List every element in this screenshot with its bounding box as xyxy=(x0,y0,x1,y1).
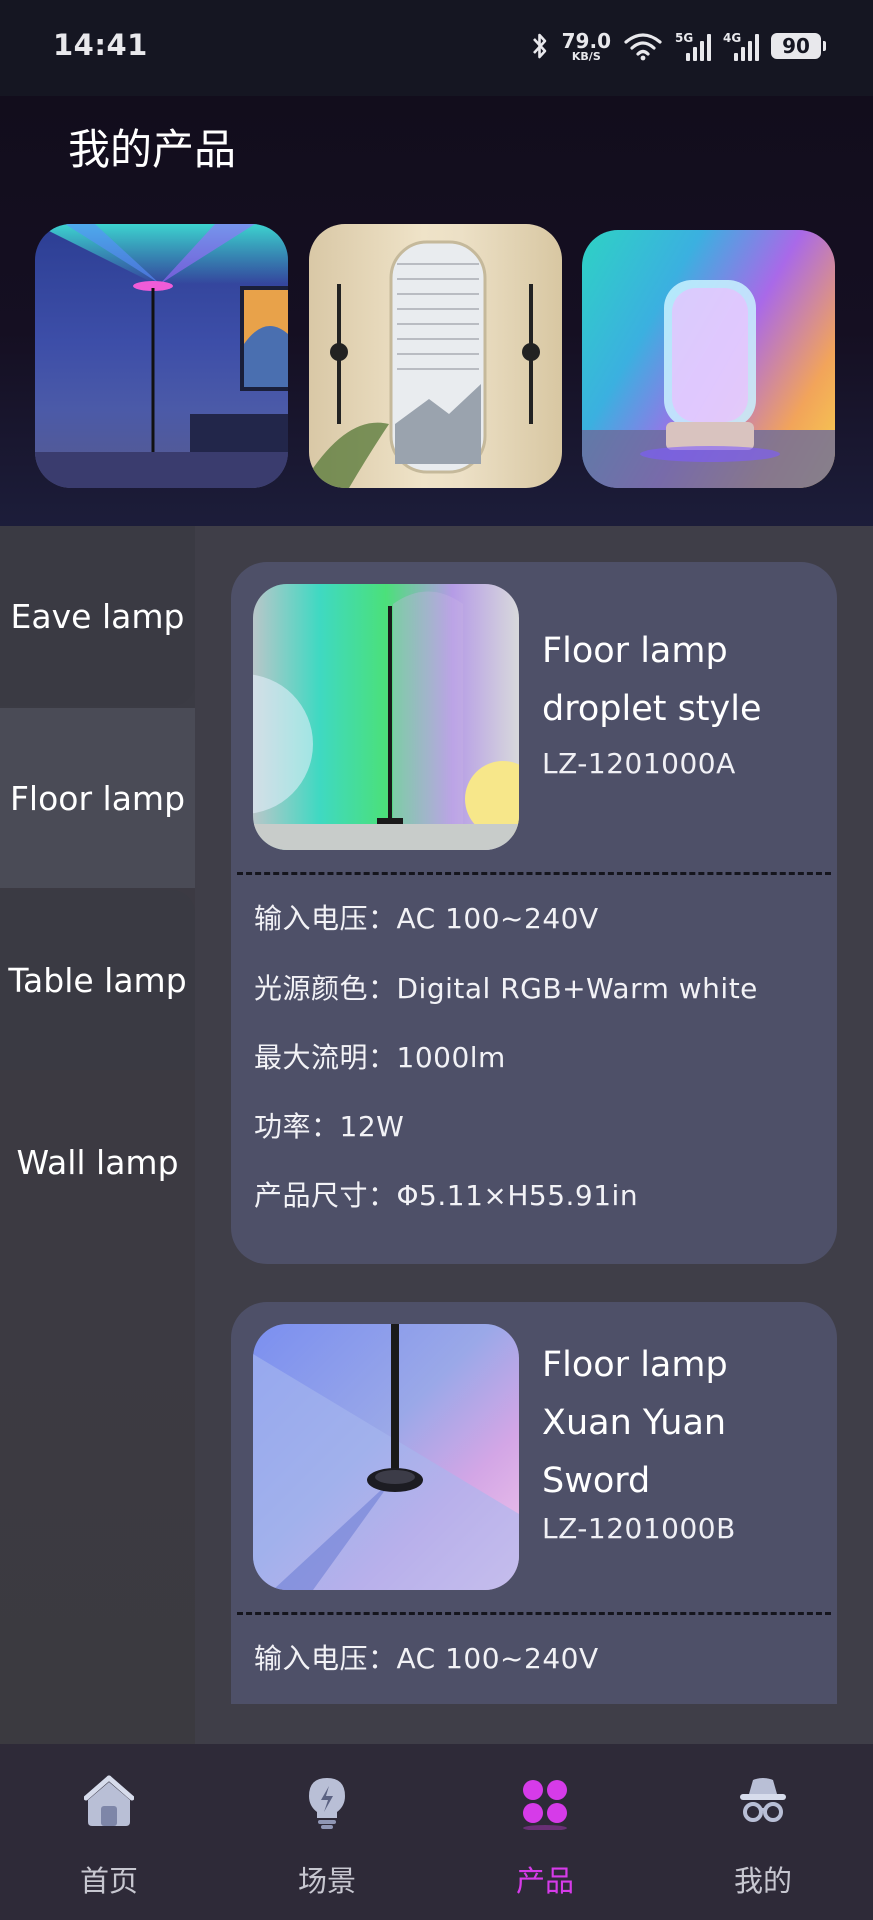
status-time: 14:41 xyxy=(53,28,148,62)
bluetooth-icon xyxy=(532,33,546,59)
product-image xyxy=(253,1324,519,1590)
profile-icon xyxy=(740,1778,786,1822)
banner-image-table-lamp[interactable] xyxy=(582,230,835,488)
product-name: Floor lamp droplet style xyxy=(542,631,762,729)
product-card[interactable]: Floor lamp Xuan Yuan Sword LZ-1201000B 输… xyxy=(231,1302,837,1704)
sidebar-item-eave-lamp[interactable]: Eave lamp xyxy=(0,526,195,706)
product-model: LZ-1201000B xyxy=(542,1512,736,1545)
nav-label: 首页 xyxy=(79,1864,138,1898)
sidebar-item-label: Eave lamp xyxy=(10,596,185,636)
nav-item-scene[interactable]: 场景 xyxy=(218,1744,436,1920)
nav-label: 场景 xyxy=(297,1864,356,1898)
signal-icon: 4G xyxy=(723,31,759,61)
nav-item-products[interactable]: 产品 xyxy=(436,1744,654,1920)
category-sidebar: Eave lamp Floor lamp Table lamp Wall lam… xyxy=(0,526,195,1744)
spec-max-lumen: 最大流明：1000lm xyxy=(254,1041,506,1074)
network-speed: 79.0 KB/S xyxy=(561,28,611,63)
header: 我的产品 xyxy=(0,96,873,526)
spec-light-color: 光源颜色：Digital RGB+Warm white xyxy=(254,972,758,1005)
banner-image-floor-lamp[interactable] xyxy=(35,224,288,488)
page-title: 我的产品 xyxy=(68,125,237,174)
sidebar-item-floor-lamp[interactable]: Floor lamp xyxy=(0,708,195,888)
wifi-icon xyxy=(624,33,662,61)
spec-voltage: 输入电压：AC 100~240V xyxy=(254,902,599,935)
signal-icon: 5G xyxy=(675,31,711,61)
banner-image-wall-lamp[interactable] xyxy=(309,224,562,488)
spec-size: 产品尺寸：Φ5.11×H55.91in xyxy=(254,1179,639,1212)
product-image xyxy=(253,584,519,850)
product-model: LZ-1201000A xyxy=(542,747,736,780)
nav-label: 我的 xyxy=(733,1864,792,1898)
product-name: Floor lamp Xuan Yuan Sword xyxy=(542,1345,728,1501)
products-icon xyxy=(523,1780,567,1830)
spec-voltage: 输入电压：AC 100~240V xyxy=(254,1642,599,1675)
sidebar-item-label: Floor lamp xyxy=(9,778,186,818)
battery-icon: 90 xyxy=(771,33,826,59)
status-icons: 79.0 KB/S 5G 4G 90 xyxy=(530,26,826,66)
nav-item-home[interactable]: 首页 xyxy=(0,1744,218,1920)
spec-power: 功率：12W xyxy=(254,1110,405,1143)
sidebar-item-label: Wall lamp xyxy=(16,1142,179,1182)
status-bar: 14:41 79.0 KB/S 5G 4G 90 xyxy=(0,0,873,96)
divider xyxy=(237,872,831,875)
nav-label: 产品 xyxy=(515,1864,574,1898)
divider xyxy=(237,1612,831,1615)
sidebar-item-wall-lamp[interactable]: Wall lamp xyxy=(0,1072,195,1252)
bottom-nav: 首页 场景 产品 我的 xyxy=(0,1744,873,1920)
sidebar-item-label: Table lamp xyxy=(8,960,187,1000)
nav-item-profile[interactable]: 我的 xyxy=(654,1744,872,1920)
bulb-icon xyxy=(309,1778,345,1829)
home-icon xyxy=(84,1775,134,1826)
sidebar-item-table-lamp[interactable]: Table lamp xyxy=(0,890,195,1070)
product-card[interactable]: Floor lamp droplet style LZ-1201000A 输入电… xyxy=(231,562,837,1264)
